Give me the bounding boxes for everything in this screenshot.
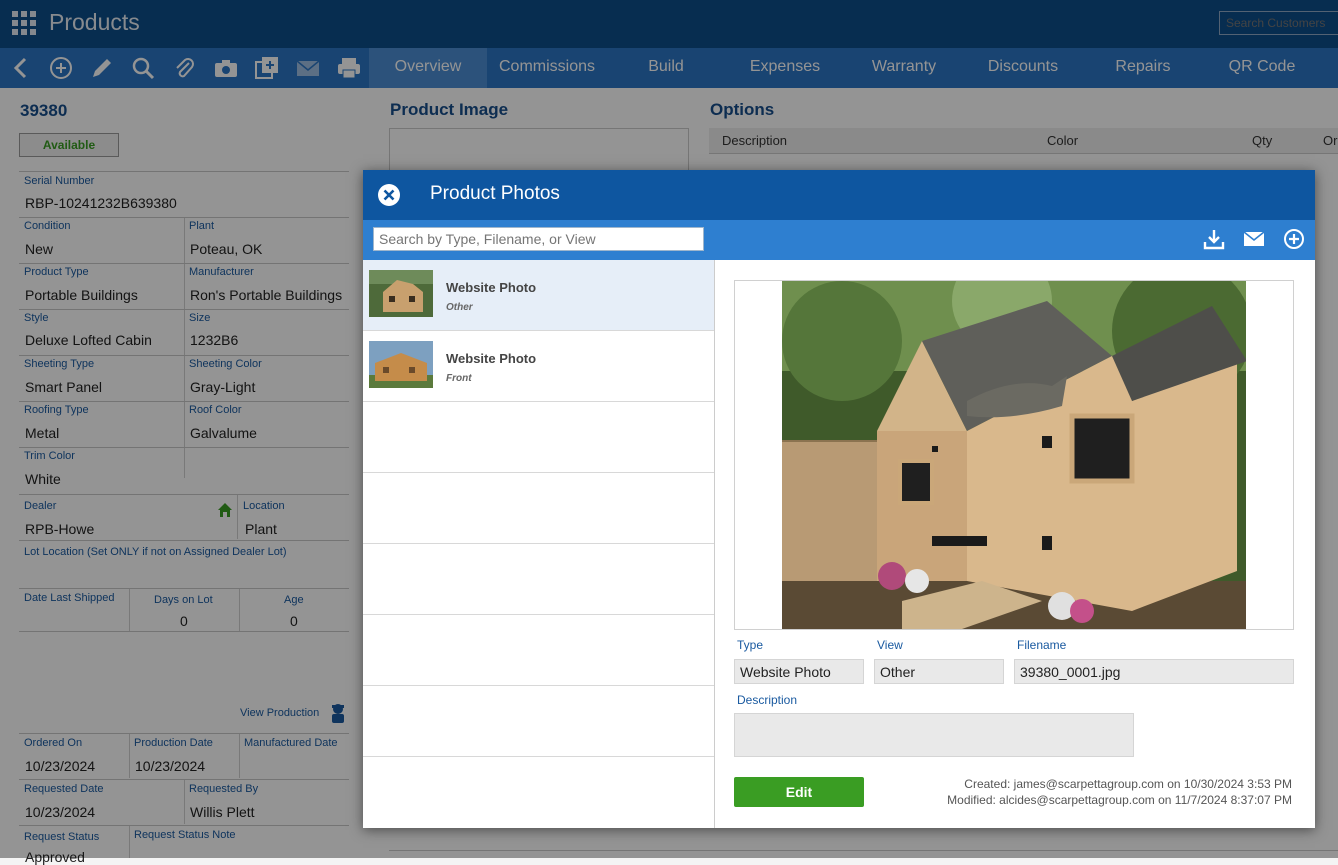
photo-preview-frame [734,280,1294,630]
download-icon[interactable] [1203,228,1225,250]
photo-preview [782,281,1246,629]
view-label: View [877,638,903,652]
close-icon[interactable] [377,183,401,207]
created-info: Created: james@scarpettagroup.com on 10/… [964,777,1292,791]
photo-search-input[interactable] [373,227,704,251]
empty-list-row [363,544,714,615]
photo-list-item[interactable]: Website Photo Front [363,331,714,402]
photo-list-item[interactable]: Website Photo Other [363,260,714,331]
filename-label: Filename [1017,638,1067,652]
photo-thumbnail [369,270,433,317]
type-field: Website Photo [734,659,864,684]
description-field [734,713,1134,757]
photo-thumbnail [369,341,433,388]
modal-header: Product Photos [363,170,1315,220]
photo-type: Website Photo [446,280,537,295]
description-label: Description [737,693,798,707]
view-field: Other [874,659,1004,684]
modal-title: Product Photos [430,183,560,204]
empty-list-row [363,473,714,544]
empty-list-row [363,686,714,757]
photo-type: Website Photo [446,351,537,366]
modified-info: Modified: alcides@scarpettagroup.com on … [947,793,1292,807]
empty-list-row [363,402,714,473]
add-photo-icon[interactable] [1283,228,1305,250]
empty-list-row [363,615,714,686]
type-label: Type [737,638,764,652]
edit-button[interactable]: Edit [734,777,864,807]
product-photos-modal: Product Photos Website Photo Other Websi… [363,170,1315,828]
filename-field: 39380_0001.jpg [1014,659,1294,684]
email-icon[interactable] [1243,230,1265,248]
photo-view: Front [446,373,472,384]
photo-view: Other [446,302,473,313]
photo-list: Website Photo Other Website Photo Front [363,260,715,828]
